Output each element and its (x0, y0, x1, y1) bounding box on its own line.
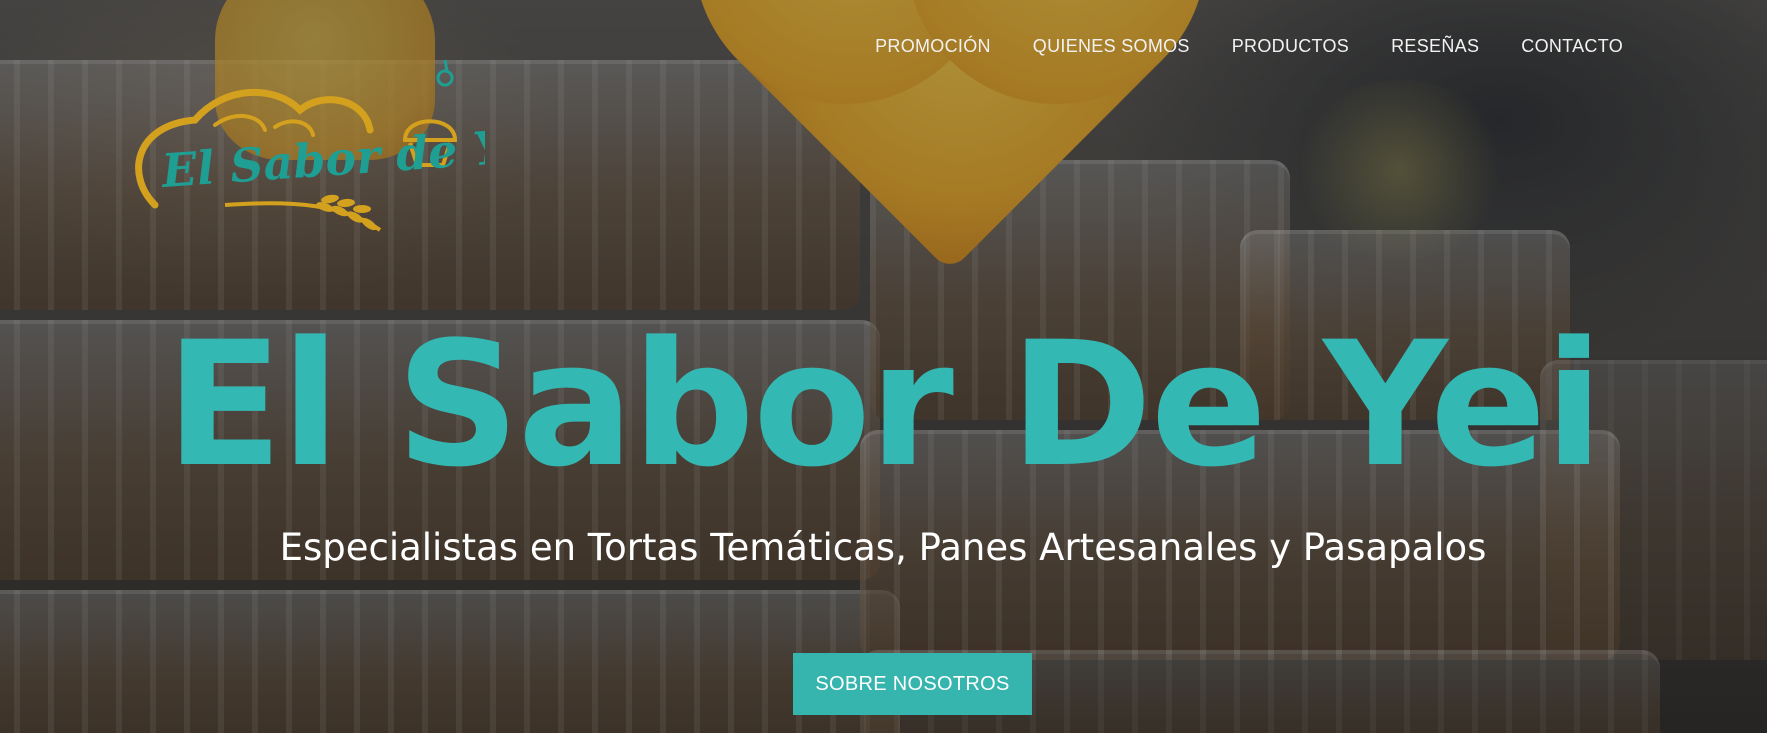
logo-graphic: El Sabor de Yei (135, 59, 551, 232)
nav-item-quienes-somos[interactable]: QUIENES SOMOS (1033, 36, 1190, 57)
about-us-button[interactable]: SOBRE NOSOTROS (793, 653, 1032, 715)
brand-logo[interactable]: El Sabor de Yei (125, 55, 551, 240)
nav-item-resenas[interactable]: RESEÑAS (1391, 36, 1479, 57)
hero-title: El Sabor De Yei (165, 304, 1604, 505)
nav-item-productos[interactable]: PRODUCTOS (1232, 36, 1349, 57)
hero-subtitle: Especialistas en Tortas Temáticas, Panes… (279, 526, 1487, 569)
hero-section: El Sabor de Yei PROMOCIÓN QUIENES SOMOS … (0, 0, 1767, 733)
nav-item-contacto[interactable]: CONTACTO (1521, 36, 1623, 57)
nav-item-promocion[interactable]: PROMOCIÓN (875, 36, 991, 57)
main-nav: PROMOCIÓN QUIENES SOMOS PRODUCTOS RESEÑA… (875, 36, 1623, 57)
logo-text: El Sabor de Yei (158, 117, 485, 198)
